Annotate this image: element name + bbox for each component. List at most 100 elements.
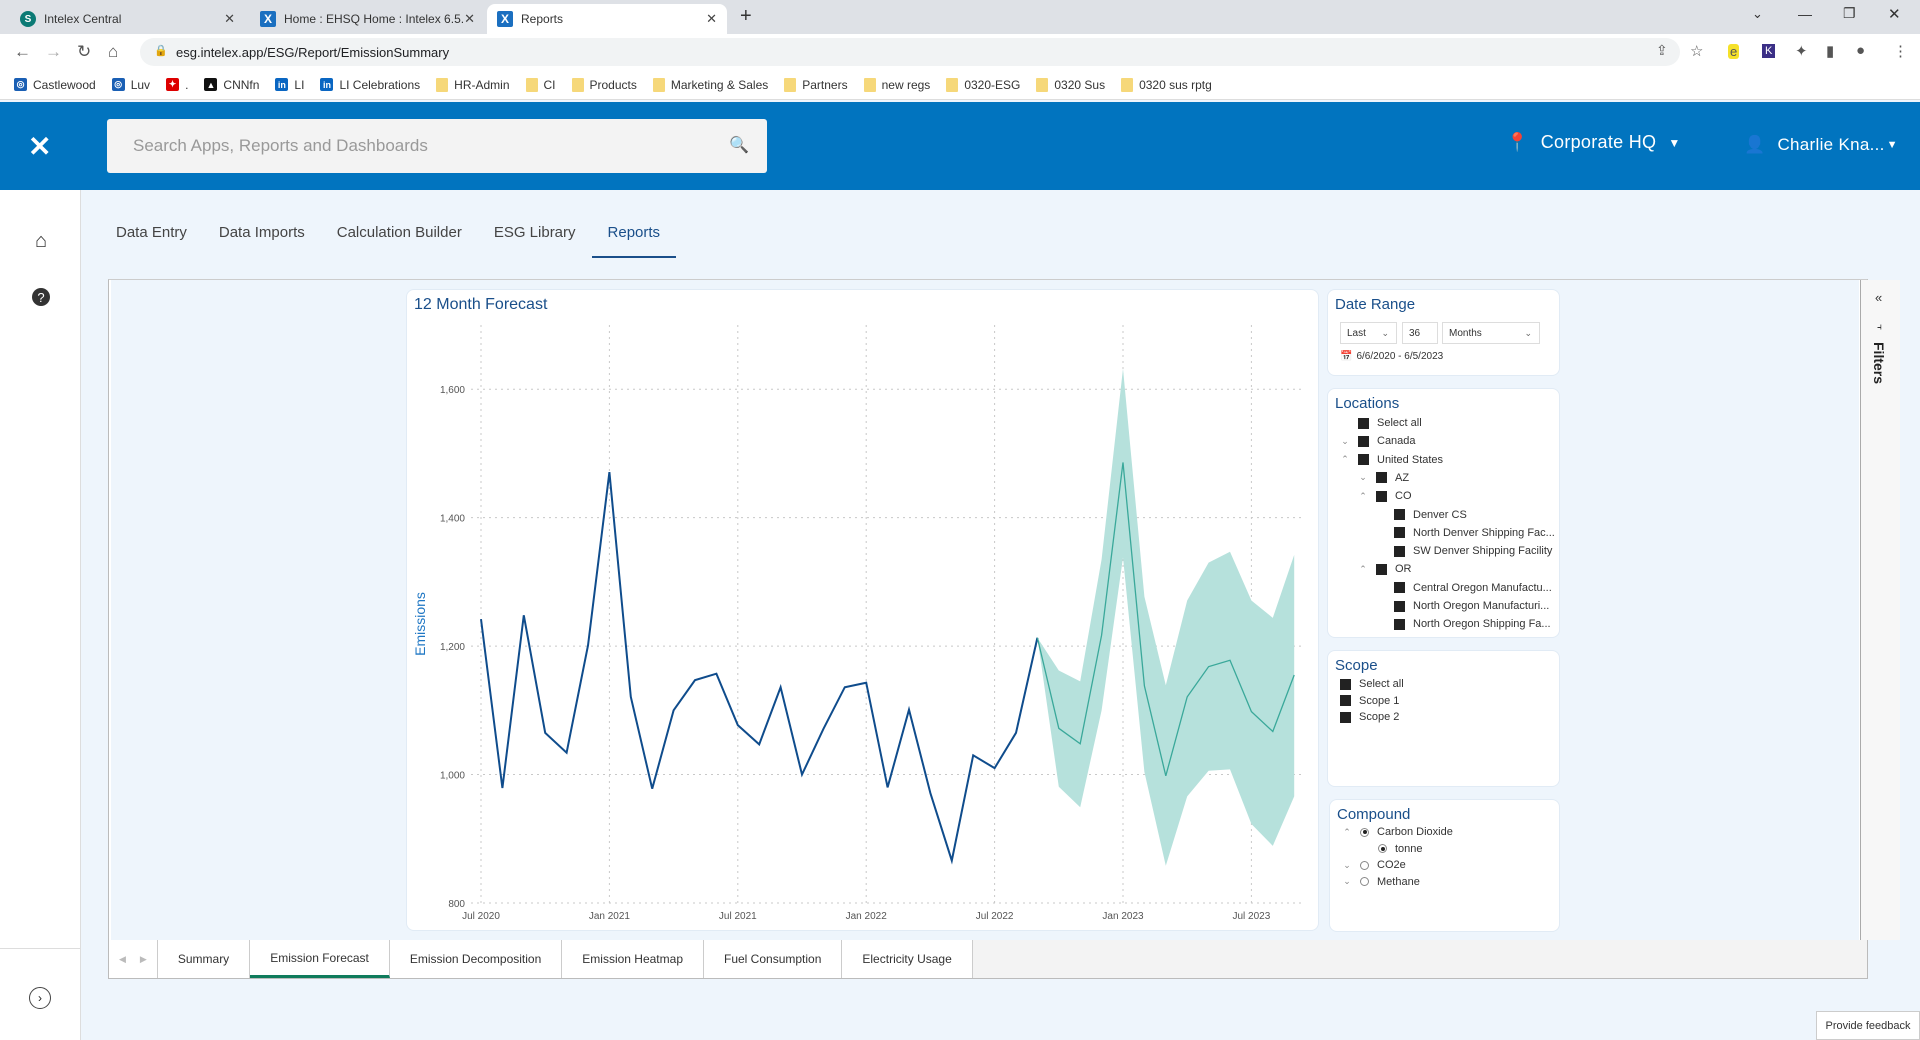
star-icon[interactable]: ☆ <box>1690 42 1703 60</box>
help-icon[interactable]: ? <box>32 288 50 306</box>
side-panel-icon[interactable]: ▮ <box>1826 42 1834 60</box>
page-tab-fuel-consumption[interactable]: Fuel Consumption <box>704 940 843 978</box>
checkbox[interactable] <box>1358 454 1369 466</box>
bookmark[interactable]: HR-Admin <box>436 77 510 92</box>
close-window-icon[interactable]: ✕ <box>1888 5 1901 23</box>
chevron-up-icon[interactable]: ⌃ <box>1358 491 1368 502</box>
search-input[interactable]: Search Apps, Reports and Dashboards 🔍 <box>107 119 767 173</box>
forward-icon[interactable]: → <box>45 42 62 62</box>
bookmark[interactable]: 0320-ESG <box>946 77 1020 92</box>
tab-esg-library[interactable]: ESG Library <box>478 220 592 258</box>
radio-button[interactable] <box>1360 877 1369 886</box>
page-tab-emission-forecast[interactable]: Emission Forecast <box>250 940 390 978</box>
bookmark[interactable]: 0320 Sus <box>1036 77 1105 92</box>
radio-button[interactable] <box>1360 827 1369 837</box>
scope-item[interactable]: Scope 1 <box>1340 695 1399 707</box>
menu-icon[interactable]: ⋮ <box>1893 42 1908 60</box>
filters-pane[interactable]: « ⫞ Filters <box>1860 280 1900 940</box>
chevron-up-icon[interactable]: ⌃ <box>1342 827 1352 838</box>
page-tab-summary[interactable]: Summary <box>157 940 251 978</box>
bookmark[interactable]: ▲ CNNfn <box>204 78 259 92</box>
browser-tab[interactable]: S Intelex Central ✕ <box>10 4 245 34</box>
collapse-filters-icon[interactable]: « <box>1875 290 1882 305</box>
tab-calculation-builder[interactable]: Calculation Builder <box>321 220 478 258</box>
location-item[interactable]: North Oregon Manufacturi... <box>1376 600 1549 612</box>
checkbox[interactable] <box>1394 582 1405 594</box>
tab-search-icon[interactable]: ⌄ <box>1752 6 1763 22</box>
bookmark[interactable]: Marketing & Sales <box>652 77 768 92</box>
checkbox[interactable] <box>1394 545 1405 557</box>
reload-icon[interactable]: ↻ <box>77 42 91 62</box>
checkbox[interactable] <box>1340 695 1351 706</box>
checkbox[interactable] <box>1358 417 1369 429</box>
bookmark[interactable]: in LI Celebrations <box>320 78 420 92</box>
chevron-down-icon[interactable]: ⌄ <box>1358 472 1368 483</box>
close-tab-icon[interactable]: ✕ <box>706 11 717 27</box>
location-item[interactable]: Denver CS <box>1376 509 1467 521</box>
expand-sidebar-icon[interactable]: › <box>29 987 51 1009</box>
checkbox[interactable] <box>1376 490 1387 502</box>
location-selector[interactable]: 📍 Corporate HQ ▼ <box>1506 132 1681 153</box>
tab-data-imports[interactable]: Data Imports <box>203 220 321 258</box>
checkbox[interactable] <box>1376 563 1387 575</box>
close-tab-icon[interactable]: ✕ <box>224 11 235 27</box>
browser-tab-active[interactable]: X Reports ✕ <box>487 4 727 34</box>
bookmark[interactable]: Products <box>571 77 637 92</box>
checkbox[interactable] <box>1358 435 1369 447</box>
scope-item[interactable]: Scope 2 <box>1340 711 1399 723</box>
close-tab-icon[interactable]: ✕ <box>464 11 475 27</box>
checkbox[interactable] <box>1394 600 1405 612</box>
page-scroll-arrows[interactable]: ◀ ▶ <box>109 940 158 978</box>
location-item[interactable]: ⌄ AZ <box>1358 472 1409 484</box>
checkbox[interactable] <box>1394 618 1405 630</box>
bookmark[interactable]: CI <box>525 77 556 92</box>
range-unit-dropdown[interactable]: Months ⌄ <box>1442 322 1540 344</box>
browser-tab[interactable]: X Home : EHSQ Home : Intelex 6.5. ✕ <box>250 4 485 34</box>
scope-item[interactable]: Select all <box>1340 678 1404 690</box>
intelex-logo[interactable]: ✕ <box>28 130 51 163</box>
location-item[interactable]: ⌄ Canada <box>1340 435 1415 447</box>
prev-page-icon[interactable]: ◀ <box>119 954 126 965</box>
location-item[interactable]: Select all <box>1340 417 1422 429</box>
extension-icon[interactable]: e <box>1728 44 1740 59</box>
range-count-input[interactable]: 36 <box>1402 322 1438 344</box>
radio-button[interactable] <box>1378 844 1387 853</box>
compound-item[interactable]: ⌃ Carbon Dioxide <box>1342 826 1453 838</box>
location-item[interactable]: ⌃ OR <box>1358 563 1411 575</box>
chevron-down-icon[interactable]: ⌄ <box>1340 436 1350 447</box>
tab-data-entry[interactable]: Data Entry <box>100 220 203 258</box>
tab-reports[interactable]: Reports <box>591 220 677 258</box>
page-tab-emission-heatmap[interactable]: Emission Heatmap <box>562 940 704 978</box>
compound-item[interactable]: ⌄ Methane <box>1342 876 1420 888</box>
location-item[interactable]: Central Oregon Manufactu... <box>1376 582 1552 594</box>
home-icon[interactable]: ⌂ <box>28 228 54 254</box>
bookmark[interactable]: ◎ Luv <box>111 78 150 92</box>
location-item[interactable]: North Denver Shipping Fac... <box>1376 527 1555 539</box>
location-item[interactable]: ⌃ CO <box>1358 490 1411 502</box>
puzzle-icon[interactable]: ✦ <box>1795 42 1808 60</box>
provide-feedback-button[interactable]: Provide feedback <box>1816 1011 1920 1040</box>
share-icon[interactable]: ⇪ <box>1656 42 1668 59</box>
checkbox[interactable] <box>1340 711 1351 723</box>
checkbox[interactable] <box>1340 678 1351 690</box>
back-icon[interactable]: ← <box>14 42 31 62</box>
location-item[interactable]: North Oregon Shipping Fa... <box>1376 618 1551 630</box>
location-item[interactable]: SW Denver Shipping Facility <box>1376 545 1552 557</box>
next-page-icon[interactable]: ▶ <box>140 954 147 965</box>
range-mode-dropdown[interactable]: Last ⌄ <box>1340 322 1397 344</box>
search-icon[interactable]: 🔍 <box>729 135 749 155</box>
url-field[interactable]: 🔒 esg.intelex.app/ESG/Report/EmissionSumm… <box>140 38 1680 66</box>
page-tab-emission-decomposition[interactable]: Emission Decomposition <box>389 940 563 978</box>
location-item[interactable]: ⌃ United States <box>1340 454 1443 466</box>
new-tab-button[interactable]: + <box>740 5 752 28</box>
bookmark[interactable]: Partners <box>784 77 848 92</box>
bookmark[interactable]: new regs <box>863 77 930 92</box>
profile-icon[interactable]: ● <box>1856 42 1865 59</box>
bookmark[interactable]: ◎ Castlewood <box>14 78 96 92</box>
compound-item[interactable]: ⌄ CO2e <box>1342 859 1406 871</box>
compound-item[interactable]: tonne <box>1360 843 1423 855</box>
chevron-down-icon[interactable]: ⌄ <box>1342 876 1352 887</box>
bookmark[interactable]: ✦. <box>166 78 188 92</box>
radio-button[interactable] <box>1360 860 1369 870</box>
bookmark[interactable]: in LI <box>275 78 304 92</box>
